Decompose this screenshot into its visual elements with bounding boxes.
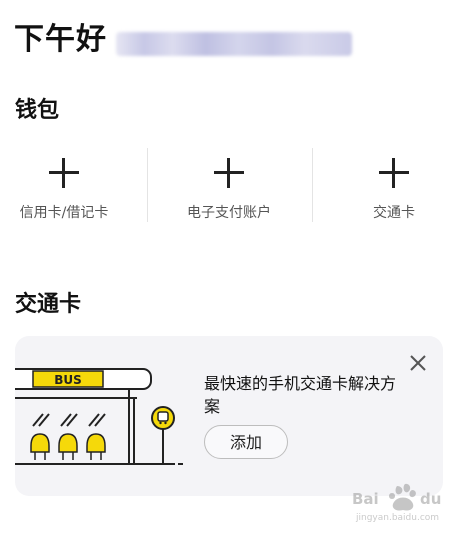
plus-icon [214,158,244,188]
blurred-username [116,32,352,56]
svg-text:jingyan.baidu.com: jingyan.baidu.com [355,513,439,523]
wallet-divider [312,148,313,222]
svg-text:du: du [420,490,441,508]
add-transit-button[interactable]: 添加 [204,425,288,459]
bus-sign-text: BUS [54,373,82,387]
add-e-payment-account-button[interactable]: 电子支付账户 [159,146,299,226]
transit-promo-text: 最快速的手机交通卡解决方案 [204,374,397,416]
transit-card-label: 交通卡 [373,205,415,221]
greeting-title: 下午好 [14,22,107,57]
close-icon[interactable] [408,353,428,373]
plus-icon [49,158,79,188]
bus-stop-illustration: BUS [15,368,183,465]
add-bank-card-button[interactable]: 信用卡/借记卡 [0,146,134,226]
wallet-divider [147,148,148,222]
transit-section-title: 交通卡 [15,292,82,317]
wallet-options: 信用卡/借记卡 电子支付账户 交通卡 [0,146,464,226]
baidu-jingyan-watermark: Bai du jingyan.baidu.com [352,483,441,523]
plus-icon [379,158,409,188]
e-payment-label: 电子支付账户 [187,205,271,221]
svg-text:Bai: Bai [352,490,379,508]
bank-card-label: 信用卡/借记卡 [19,205,109,221]
add-transit-card-button[interactable]: 交通卡 [324,146,464,226]
transit-card-promo: BUS 最快速的手机交通卡解决方案 添加 [15,336,443,496]
wallet-section-title: 钱包 [15,98,60,123]
